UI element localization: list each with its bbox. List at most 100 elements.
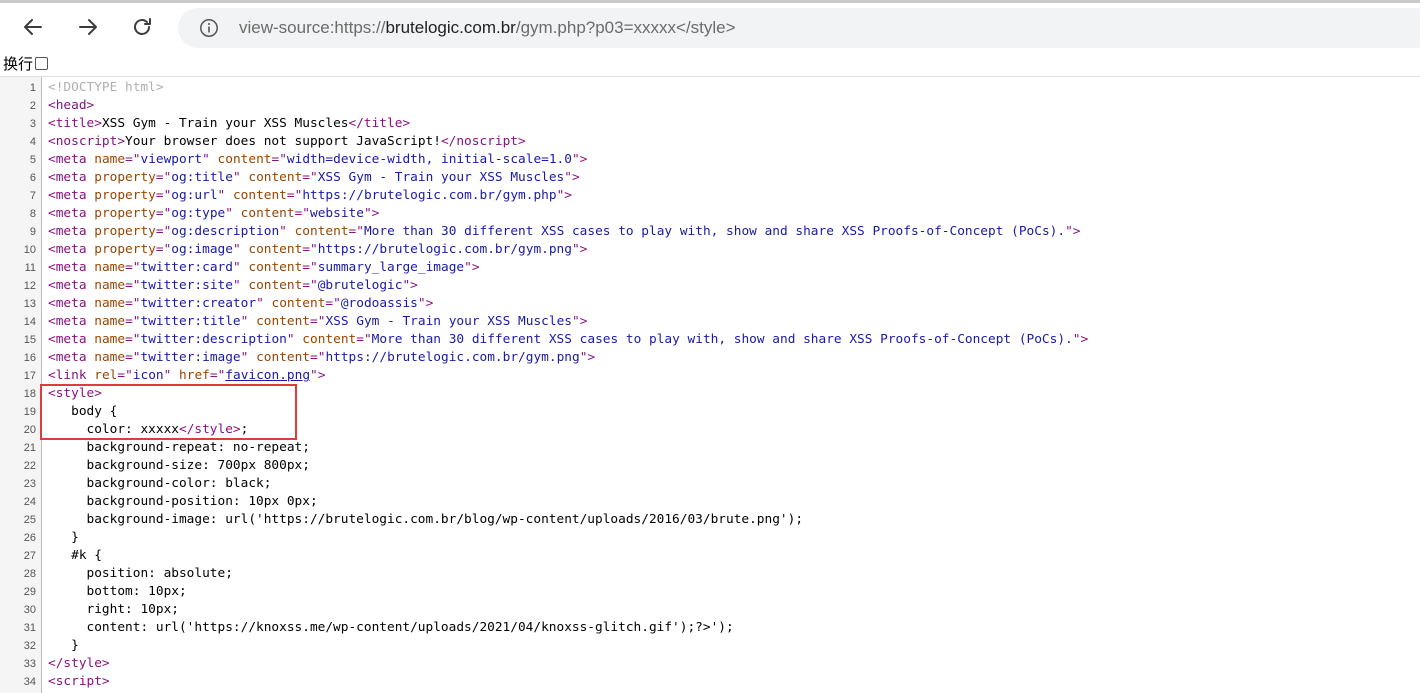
source-code: body { [48,403,117,421]
line-number: 8 [29,208,36,220]
source-code: </style> [48,655,110,673]
code-token: twitter:creator [140,296,257,311]
code-token: body { [48,404,118,419]
source-code: <meta property="og:url" content="https:/… [48,187,572,205]
code-token: =" [125,152,141,167]
code-token: icon [132,368,164,383]
source-line: 24 background-position: 10px 0px; [0,493,1420,511]
code-token: background-color: black; [48,476,272,491]
source-line: 19 body { [0,403,1420,421]
source-line: 4 <noscript>Your browser does not support… [0,133,1420,151]
code-token: =" [348,224,364,239]
code-token: <meta [48,152,95,167]
code-token: content [256,350,311,365]
line-number: 14 [23,316,36,328]
browser-toolbar: view-source:https://brutelogic.com.br/gy… [0,3,1420,51]
source-code: <!DOCTYPE html> [48,79,164,97]
info-icon[interactable] [199,18,219,38]
code-token: <script> [48,674,110,689]
code-token: background-position: 10px 0px; [48,494,318,509]
code-token: =" [117,368,133,383]
code-token: background-image: url('https://brutelogi… [48,512,804,527]
source-code: <meta property="og:description" content=… [48,223,1080,241]
line-wrap-toggle[interactable]: 换行 [3,53,49,73]
source-line: 29 bottom: 10px; [0,583,1420,601]
code-token: "> [402,278,418,293]
code-token: =" [310,314,326,329]
code-token: =" [125,332,141,347]
source-line: 33 </style> [0,655,1420,673]
line-number: 26 [23,532,36,544]
code-token: <!DOCTYPE html> [48,80,164,95]
code-token: =" [125,296,141,311]
source-line: 12 <meta name="twitter:site" content="@br… [0,277,1420,295]
code-token: "> [1072,332,1089,347]
code-token: content: url('https://knoxss.me/wp-conte… [48,620,734,635]
code-token: content [256,314,311,329]
line-number: 29 [23,586,36,598]
address-bar[interactable]: view-source:https://brutelogic.com.br/gy… [178,8,1420,48]
source-line: 10 <meta property="og:image" content="htt… [0,241,1420,259]
line-number: 1 [29,82,36,94]
source-code: } [48,529,79,547]
source-line: 22 background-size: 700px 800px; [0,457,1420,475]
source-line: 30 right: 10px; [0,601,1420,619]
forward-button[interactable] [70,9,106,45]
code-token: content [248,170,303,185]
source-line: 5 <meta name="viewport" content="width=de… [0,151,1420,169]
code-token: og:url [171,188,218,203]
source-line: 34 <script> [0,673,1420,691]
code-token: " [240,350,257,365]
source-line: 7 <meta property="og:url" content="https:… [0,187,1420,205]
code-token: twitter:site [140,278,233,293]
code-token: Your browser does not support JavaScript… [125,134,441,149]
line-number: 13 [23,298,36,310]
code-token: "> [579,350,596,365]
arrow-right-icon [79,19,97,35]
code-token: property [94,224,156,239]
line-wrap-checkbox[interactable] [35,56,49,70]
code-token: <meta [48,296,95,311]
code-token: content [248,278,303,293]
code-token: <noscript> [48,134,126,149]
source-line: 31 content: url('https://knoxss.me/wp-co… [0,619,1420,637]
reload-icon [134,18,151,35]
line-wrap-label: 换行 [3,54,34,73]
code-token: <head> [48,98,95,113]
code-token: "> [564,170,580,185]
line-number: 17 [23,370,36,382]
source-link[interactable]: favicon.png [225,368,310,383]
reload-button[interactable] [124,9,160,45]
code-token: =" [125,278,141,293]
code-token: content [302,332,357,347]
code-token: <link [48,368,95,383]
source-code: background-color: black; [48,475,272,493]
code-token: " [240,314,257,329]
url-text[interactable]: view-source:https://brutelogic.com.br/gy… [239,8,736,48]
code-token: "> [571,152,588,167]
line-number: 32 [23,640,36,652]
code-token: <meta [48,170,95,185]
line-number: 5 [29,154,36,166]
source-line: 25 background-image: url('https://brutel… [0,511,1420,529]
code-token: name [94,332,126,347]
code-token: @brutelogic [317,278,403,293]
back-button[interactable] [15,9,51,45]
source-code: <noscript>Your browser does not support … [48,133,526,151]
source-line: 18 <style> [0,385,1420,403]
code-token: background-size: 700px 800px; [48,458,310,473]
source-line: 3 <title>XSS Gym - Train your XSS Muscles… [0,115,1420,133]
code-token: viewport [140,152,203,167]
source-code: position: absolute; [48,565,233,583]
code-token: =" [294,206,311,221]
code-token: =" [155,242,172,257]
code-token: rel [94,368,118,383]
source-code: background-repeat: no-repeat; [48,439,310,457]
code-token: =" [155,206,172,221]
code-token: content [248,260,303,275]
source-line: 14 <meta name="twitter:title" content="XS… [0,313,1420,331]
code-token: property [94,206,156,221]
code-token: og:type [171,206,226,221]
line-number: 9 [29,226,36,238]
code-token: https://brutelogic.com.br/gym.png [325,350,580,365]
